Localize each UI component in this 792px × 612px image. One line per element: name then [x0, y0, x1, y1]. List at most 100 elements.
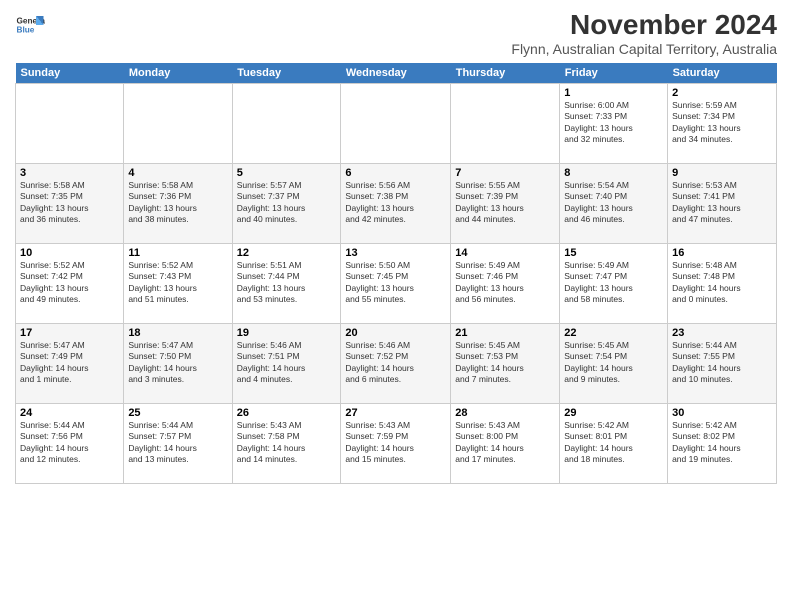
day-info: Sunrise: 5:50 AM Sunset: 7:45 PM Dayligh… [345, 260, 446, 306]
day-header-saturday: Saturday [668, 63, 777, 84]
calendar-week-1: 1Sunrise: 6:00 AM Sunset: 7:33 PM Daylig… [16, 83, 777, 163]
calendar-cell: 2Sunrise: 5:59 AM Sunset: 7:34 PM Daylig… [668, 83, 777, 163]
calendar-cell: 8Sunrise: 5:54 AM Sunset: 7:40 PM Daylig… [560, 163, 668, 243]
day-number: 5 [237, 167, 337, 179]
calendar-week-3: 10Sunrise: 5:52 AM Sunset: 7:42 PM Dayli… [16, 243, 777, 323]
svg-text:Blue: Blue [17, 26, 35, 35]
calendar-cell: 23Sunrise: 5:44 AM Sunset: 7:55 PM Dayli… [668, 323, 777, 403]
day-info: Sunrise: 5:46 AM Sunset: 7:52 PM Dayligh… [345, 340, 446, 386]
day-number: 29 [564, 407, 663, 419]
logo-icon: General Blue [15, 10, 45, 40]
day-info: Sunrise: 5:57 AM Sunset: 7:37 PM Dayligh… [237, 180, 337, 226]
calendar-cell: 10Sunrise: 5:52 AM Sunset: 7:42 PM Dayli… [16, 243, 124, 323]
day-number: 11 [128, 247, 227, 259]
day-number: 19 [237, 327, 337, 339]
day-info: Sunrise: 5:53 AM Sunset: 7:41 PM Dayligh… [672, 180, 772, 226]
calendar-cell: 18Sunrise: 5:47 AM Sunset: 7:50 PM Dayli… [124, 323, 232, 403]
calendar-cell [16, 83, 124, 163]
calendar-cell: 16Sunrise: 5:48 AM Sunset: 7:48 PM Dayli… [668, 243, 777, 323]
day-info: Sunrise: 5:42 AM Sunset: 8:01 PM Dayligh… [564, 420, 663, 466]
day-number: 3 [20, 167, 119, 179]
calendar-cell: 1Sunrise: 6:00 AM Sunset: 7:33 PM Daylig… [560, 83, 668, 163]
day-info: Sunrise: 5:47 AM Sunset: 7:49 PM Dayligh… [20, 340, 119, 386]
calendar-cell [451, 83, 560, 163]
calendar-cell: 11Sunrise: 5:52 AM Sunset: 7:43 PM Dayli… [124, 243, 232, 323]
day-info: Sunrise: 5:42 AM Sunset: 8:02 PM Dayligh… [672, 420, 772, 466]
day-number: 13 [345, 247, 446, 259]
calendar-cell: 29Sunrise: 5:42 AM Sunset: 8:01 PM Dayli… [560, 403, 668, 483]
day-info: Sunrise: 5:52 AM Sunset: 7:43 PM Dayligh… [128, 260, 227, 306]
calendar-cell: 12Sunrise: 5:51 AM Sunset: 7:44 PM Dayli… [232, 243, 341, 323]
logo: General Blue [15, 10, 45, 40]
calendar-cell: 26Sunrise: 5:43 AM Sunset: 7:58 PM Dayli… [232, 403, 341, 483]
day-header-tuesday: Tuesday [232, 63, 341, 84]
page-container: General Blue November 2024 Flynn, Austra… [0, 0, 792, 489]
day-info: Sunrise: 6:00 AM Sunset: 7:33 PM Dayligh… [564, 100, 663, 146]
day-number: 20 [345, 327, 446, 339]
calendar-cell [124, 83, 232, 163]
calendar-cell: 5Sunrise: 5:57 AM Sunset: 7:37 PM Daylig… [232, 163, 341, 243]
header: General Blue November 2024 Flynn, Austra… [15, 10, 777, 57]
location-subtitle: Flynn, Australian Capital Territory, Aus… [511, 41, 777, 57]
day-number: 7 [455, 167, 555, 179]
calendar-cell: 24Sunrise: 5:44 AM Sunset: 7:56 PM Dayli… [16, 403, 124, 483]
day-info: Sunrise: 5:43 AM Sunset: 7:59 PM Dayligh… [345, 420, 446, 466]
day-number: 16 [672, 247, 772, 259]
calendar-cell: 25Sunrise: 5:44 AM Sunset: 7:57 PM Dayli… [124, 403, 232, 483]
day-info: Sunrise: 5:56 AM Sunset: 7:38 PM Dayligh… [345, 180, 446, 226]
calendar-cell: 14Sunrise: 5:49 AM Sunset: 7:46 PM Dayli… [451, 243, 560, 323]
day-number: 14 [455, 247, 555, 259]
day-info: Sunrise: 5:44 AM Sunset: 7:55 PM Dayligh… [672, 340, 772, 386]
calendar-cell [232, 83, 341, 163]
calendar-cell: 21Sunrise: 5:45 AM Sunset: 7:53 PM Dayli… [451, 323, 560, 403]
day-header-sunday: Sunday [16, 63, 124, 84]
day-header-monday: Monday [124, 63, 232, 84]
calendar-table: SundayMondayTuesdayWednesdayThursdayFrid… [15, 63, 777, 484]
calendar-cell: 15Sunrise: 5:49 AM Sunset: 7:47 PM Dayli… [560, 243, 668, 323]
day-number: 1 [564, 87, 663, 99]
day-number: 27 [345, 407, 446, 419]
day-number: 24 [20, 407, 119, 419]
day-number: 6 [345, 167, 446, 179]
day-info: Sunrise: 5:49 AM Sunset: 7:46 PM Dayligh… [455, 260, 555, 306]
day-number: 17 [20, 327, 119, 339]
day-info: Sunrise: 5:47 AM Sunset: 7:50 PM Dayligh… [128, 340, 227, 386]
day-info: Sunrise: 5:58 AM Sunset: 7:35 PM Dayligh… [20, 180, 119, 226]
calendar-cell [341, 83, 451, 163]
calendar-cell: 4Sunrise: 5:58 AM Sunset: 7:36 PM Daylig… [124, 163, 232, 243]
day-number: 23 [672, 327, 772, 339]
calendar-cell: 20Sunrise: 5:46 AM Sunset: 7:52 PM Dayli… [341, 323, 451, 403]
day-header-wednesday: Wednesday [341, 63, 451, 84]
day-number: 22 [564, 327, 663, 339]
day-number: 4 [128, 167, 227, 179]
calendar-cell: 22Sunrise: 5:45 AM Sunset: 7:54 PM Dayli… [560, 323, 668, 403]
calendar-cell: 3Sunrise: 5:58 AM Sunset: 7:35 PM Daylig… [16, 163, 124, 243]
day-info: Sunrise: 5:48 AM Sunset: 7:48 PM Dayligh… [672, 260, 772, 306]
day-number: 18 [128, 327, 227, 339]
calendar-week-5: 24Sunrise: 5:44 AM Sunset: 7:56 PM Dayli… [16, 403, 777, 483]
calendar-week-4: 17Sunrise: 5:47 AM Sunset: 7:49 PM Dayli… [16, 323, 777, 403]
day-info: Sunrise: 5:54 AM Sunset: 7:40 PM Dayligh… [564, 180, 663, 226]
calendar-cell: 19Sunrise: 5:46 AM Sunset: 7:51 PM Dayli… [232, 323, 341, 403]
day-number: 8 [564, 167, 663, 179]
calendar-cell: 17Sunrise: 5:47 AM Sunset: 7:49 PM Dayli… [16, 323, 124, 403]
title-area: November 2024 Flynn, Australian Capital … [511, 10, 777, 57]
day-info: Sunrise: 5:52 AM Sunset: 7:42 PM Dayligh… [20, 260, 119, 306]
day-number: 30 [672, 407, 772, 419]
calendar-cell: 7Sunrise: 5:55 AM Sunset: 7:39 PM Daylig… [451, 163, 560, 243]
day-number: 10 [20, 247, 119, 259]
day-header-thursday: Thursday [451, 63, 560, 84]
day-info: Sunrise: 5:45 AM Sunset: 7:53 PM Dayligh… [455, 340, 555, 386]
day-number: 9 [672, 167, 772, 179]
day-number: 26 [237, 407, 337, 419]
day-number: 15 [564, 247, 663, 259]
calendar-cell: 27Sunrise: 5:43 AM Sunset: 7:59 PM Dayli… [341, 403, 451, 483]
calendar-cell: 13Sunrise: 5:50 AM Sunset: 7:45 PM Dayli… [341, 243, 451, 323]
day-number: 25 [128, 407, 227, 419]
calendar-cell: 6Sunrise: 5:56 AM Sunset: 7:38 PM Daylig… [341, 163, 451, 243]
day-number: 28 [455, 407, 555, 419]
day-info: Sunrise: 5:55 AM Sunset: 7:39 PM Dayligh… [455, 180, 555, 226]
day-info: Sunrise: 5:43 AM Sunset: 8:00 PM Dayligh… [455, 420, 555, 466]
day-header-friday: Friday [560, 63, 668, 84]
day-number: 21 [455, 327, 555, 339]
